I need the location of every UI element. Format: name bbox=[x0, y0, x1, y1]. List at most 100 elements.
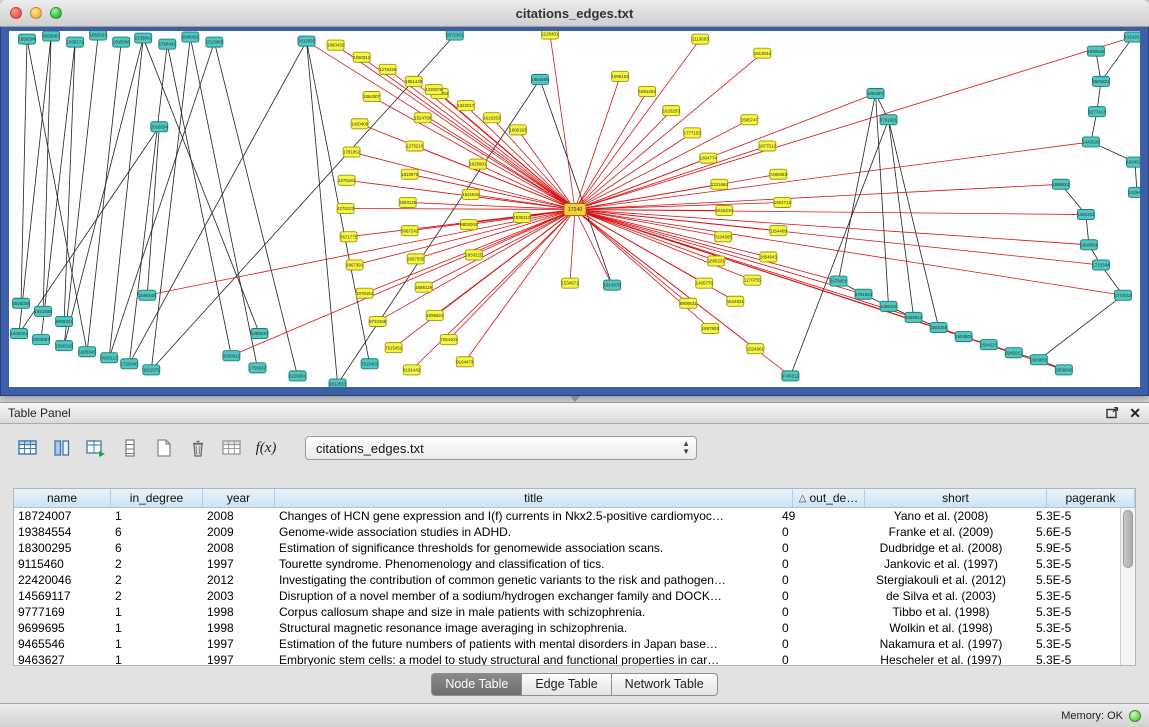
graph-edge[interactable] bbox=[575, 146, 767, 210]
graph-edge[interactable] bbox=[129, 44, 167, 364]
column-header-pagerank[interactable]: pagerank bbox=[1047, 489, 1135, 507]
graph-node[interactable]: 2016534 bbox=[151, 122, 169, 132]
graph-node[interactable]: 1590318 bbox=[56, 341, 74, 351]
graph-node[interactable]: 3067243 bbox=[401, 226, 419, 236]
graph-node[interactable]: 1688129 bbox=[415, 282, 433, 292]
graph-node[interactable]: 1095824 bbox=[426, 310, 444, 320]
graph-node[interactable]: 1590549 bbox=[139, 290, 157, 300]
graph-node[interactable]: 1605586 bbox=[113, 37, 131, 47]
graph-node[interactable]: 1616210 bbox=[716, 205, 734, 215]
graph-node[interactable]: 5591823 bbox=[1092, 76, 1110, 86]
graph-node[interactable]: 3671775 bbox=[340, 232, 358, 242]
row-functions-icon[interactable] bbox=[115, 434, 145, 462]
graph-node[interactable]: 1838172 bbox=[67, 37, 85, 47]
graph-edge[interactable] bbox=[575, 53, 762, 209]
graph-node[interactable]: 1524901 bbox=[747, 344, 765, 354]
graph-node[interactable]: 7485083 bbox=[770, 169, 788, 179]
graph-node[interactable]: 1604712 bbox=[774, 197, 792, 207]
graph-node[interactable]: 2867391 bbox=[346, 260, 364, 270]
function-builder-icon[interactable]: f(x) bbox=[251, 434, 281, 462]
graph-edge[interactable] bbox=[1101, 37, 1133, 81]
graph-node[interactable]: 2260012 bbox=[353, 52, 371, 62]
table-row[interactable]: 911546021997Tourette syndrome. Phenomeno… bbox=[14, 556, 1120, 572]
graph-edge[interactable] bbox=[424, 210, 575, 288]
network-graph-canvas[interactable]: 1856504205688718381721956533160558621358… bbox=[9, 31, 1140, 387]
graph-node[interactable]: 4275123 bbox=[337, 203, 355, 213]
graph-node[interactable]: 1595823 bbox=[1052, 179, 1070, 189]
graph-node[interactable]: 1813044 bbox=[754, 48, 772, 58]
graph-edge[interactable] bbox=[414, 81, 575, 209]
graph-edge[interactable] bbox=[346, 208, 575, 209]
graph-node[interactable]: 1154409 bbox=[770, 226, 787, 236]
graph-node[interactable]: 7615452 bbox=[385, 343, 403, 353]
graph-edge[interactable] bbox=[167, 44, 231, 356]
graph-node[interactable]: 1544223 bbox=[980, 340, 998, 350]
graph-edge[interactable] bbox=[435, 210, 575, 316]
table-row[interactable]: 977716911998Corpus callosum shape and si… bbox=[14, 604, 1120, 620]
column-header-name[interactable]: name bbox=[14, 489, 111, 507]
graph-node[interactable]: 1275219 bbox=[406, 141, 424, 151]
graph-node[interactable]: 1956533 bbox=[90, 31, 108, 40]
show-columns-icon[interactable] bbox=[47, 434, 77, 462]
graph-node[interactable]: 17240 bbox=[564, 203, 586, 215]
graph-node[interactable]: 1616253 bbox=[483, 113, 501, 123]
export-table-icon[interactable] bbox=[81, 434, 111, 462]
graph-node[interactable]: 1804255 bbox=[930, 322, 948, 332]
graph-edge[interactable] bbox=[388, 69, 575, 209]
graph-node[interactable]: 1914378 bbox=[604, 280, 622, 290]
graph-node[interactable]: 9745012 bbox=[782, 371, 800, 381]
table-row[interactable]: 946362711997Embryonic stem cells: a mode… bbox=[14, 652, 1120, 665]
graph-node[interactable]: 1885034 bbox=[251, 329, 269, 339]
column-header-in_degree[interactable]: in_degree bbox=[111, 489, 203, 507]
graph-node[interactable]: 2067335 bbox=[407, 254, 425, 264]
table-row[interactable]: 946554611997Estimation of the future num… bbox=[14, 636, 1120, 652]
graph-node[interactable]: 2003087 bbox=[33, 335, 51, 345]
graph-node[interactable]: 1486432 bbox=[880, 301, 898, 311]
graph-edge[interactable] bbox=[492, 118, 575, 210]
graph-edge[interactable] bbox=[64, 38, 143, 346]
graph-edge[interactable] bbox=[412, 210, 575, 370]
graph-node[interactable]: 1931805 bbox=[35, 306, 53, 316]
graph-node[interactable]: 2045491 bbox=[182, 32, 200, 42]
graph-node[interactable]: 1270755 bbox=[744, 275, 762, 285]
graph-node[interactable]: 1993125 bbox=[399, 197, 417, 207]
graph-node[interactable]: 1595747 bbox=[741, 115, 759, 125]
graph-node[interactable]: 1810975 bbox=[401, 169, 419, 179]
window-titlebar[interactable]: citations_edges.txt bbox=[0, 0, 1149, 27]
graph-node[interactable]: 2135841 bbox=[135, 33, 153, 43]
graph-edge[interactable] bbox=[1039, 295, 1123, 360]
graph-edge[interactable] bbox=[570, 210, 575, 284]
graph-node[interactable]: 1964801 bbox=[867, 88, 885, 98]
graph-node[interactable]: 2119603 bbox=[692, 34, 709, 44]
graph-edge[interactable] bbox=[214, 42, 297, 376]
graph-edge[interactable] bbox=[575, 92, 647, 210]
graph-node[interactable]: 1625901 bbox=[469, 159, 487, 169]
tab-node-table[interactable]: Node Table bbox=[431, 673, 522, 696]
graph-edge[interactable] bbox=[550, 34, 575, 209]
graph-node[interactable]: 1725340 bbox=[121, 359, 139, 369]
memory-status-indicator[interactable] bbox=[1129, 710, 1141, 722]
graph-node[interactable]: 1581204 bbox=[639, 86, 657, 96]
graph-node[interactable]: 7204905 bbox=[715, 232, 733, 242]
graph-node[interactable]: 1664958 bbox=[531, 74, 549, 84]
table-row[interactable]: 969969511998Structural magnetic resonanc… bbox=[14, 620, 1120, 636]
graph-node[interactable]: 1906193 bbox=[509, 125, 527, 135]
graph-node[interactable]: 1781851 bbox=[343, 147, 361, 157]
column-header-year[interactable]: year bbox=[203, 489, 275, 507]
table-row[interactable]: 1830029562008Estimation of significance … bbox=[14, 540, 1120, 556]
graph-node[interactable]: 1604774 bbox=[700, 153, 718, 163]
graph-node[interactable]: 1856504 bbox=[18, 34, 36, 44]
graph-edge[interactable] bbox=[423, 118, 575, 210]
table-vertical-scrollbar[interactable] bbox=[1120, 508, 1135, 665]
graph-node[interactable]: 1804525 bbox=[1126, 157, 1140, 167]
graph-edge[interactable] bbox=[575, 39, 700, 209]
tab-edge-table[interactable]: Edge Table bbox=[522, 673, 611, 696]
graph-node[interactable]: 9723468 bbox=[369, 316, 387, 326]
graph-edge[interactable] bbox=[575, 210, 1086, 215]
create-table-icon[interactable] bbox=[149, 434, 179, 462]
graph-edge[interactable] bbox=[21, 39, 27, 303]
graph-node[interactable]: 1693804 bbox=[1080, 240, 1098, 250]
graph-node[interactable]: 1864307 bbox=[363, 92, 381, 102]
float-window-icon[interactable] bbox=[1106, 407, 1119, 419]
graph-node[interactable]: 7254401 bbox=[440, 335, 458, 345]
